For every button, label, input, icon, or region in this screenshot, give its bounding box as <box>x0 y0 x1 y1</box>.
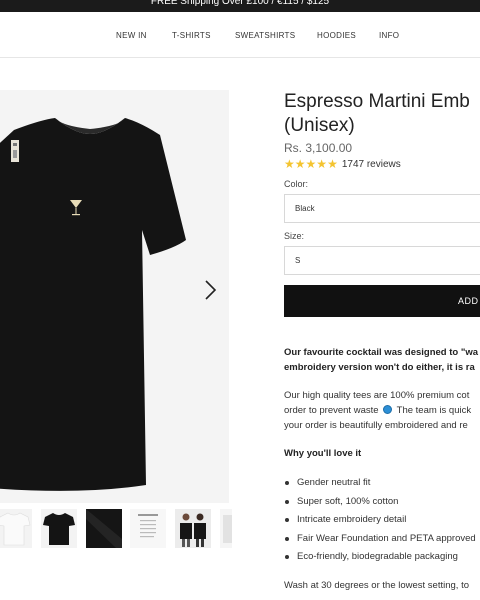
add-to-cart-button[interactable]: ADD <box>284 285 480 317</box>
list-item: Eco-friendly, biodegradable packaging <box>284 550 480 569</box>
star-rating: ★ ★ ★ ★ ★ <box>284 158 338 170</box>
description-p2-line2-after: The team is quick <box>396 405 472 416</box>
thumbnail-partial[interactable] <box>220 509 232 548</box>
star-icon: ★ <box>284 157 295 171</box>
list-item: Intricate embroidery detail <box>284 513 480 532</box>
love-heading: Why you'll love it <box>284 448 362 459</box>
product-title-line1: Espresso Martini Emb <box>284 91 470 112</box>
care-instructions: Wash at 30 degrees or the lowest setting… <box>284 580 469 591</box>
thumbnail-models-photo[interactable] <box>175 509 211 548</box>
announcement-text: FREE Shipping Over £100 / €115 / $125 <box>150 0 330 7</box>
thumbnail-white-tee[interactable] <box>0 509 32 548</box>
description-p2-line3: your order is beautifully embroidered an… <box>284 420 468 431</box>
color-label: Color: <box>284 179 309 189</box>
thumbnail-black-tee[interactable] <box>41 509 77 548</box>
description-p2-line2-before: order to prevent waste <box>284 405 379 416</box>
globe-icon <box>383 405 393 414</box>
list-item: Super soft, 100% cotton <box>284 495 480 514</box>
size-select[interactable]: S <box>284 246 480 275</box>
list-item: Fair Wear Foundation and PETA approved <box>284 532 480 551</box>
nav-info[interactable]: INFO <box>379 31 399 40</box>
color-select[interactable]: Black <box>284 194 480 223</box>
nav-new-in[interactable]: NEW IN <box>116 31 147 40</box>
star-icon: ★ <box>327 157 338 171</box>
product-rating[interactable]: ★ ★ ★ ★ ★ 1747 reviews <box>284 158 401 170</box>
size-label: Size: <box>284 231 305 241</box>
thumbnail-strip <box>0 509 232 549</box>
star-icon: ★ <box>294 157 306 171</box>
description-intro-line1: Our favourite cocktail was designed to "… <box>284 347 479 358</box>
nav-t-shirts[interactable]: T-SHIRTS <box>172 31 211 40</box>
description-p2-line2: order to prevent waste The team is quick <box>284 403 480 418</box>
review-count[interactable]: 1747 reviews <box>342 159 401 170</box>
nav-hoodies[interactable]: HOODIES <box>317 31 356 40</box>
announcement-bar: FREE Shipping Over £100 / €115 / $125 <box>0 0 480 12</box>
star-icon: ★ <box>316 157 328 171</box>
thumbnail-size-guide-card[interactable] <box>130 509 166 548</box>
main-nav: NEW IN T-SHIRTS SWEATSHIRTS HOODIES INFO <box>0 12 480 58</box>
product-title-line2: (Unisex) <box>284 115 355 136</box>
product-main-image[interactable] <box>0 90 229 503</box>
features-list: Gender neutral fit Super soft, 100% cott… <box>284 476 480 569</box>
nav-sweatshirts[interactable]: SWEATSHIRTS <box>235 31 295 40</box>
black-tshirt-image <box>0 90 229 503</box>
star-icon: ★ <box>305 157 317 171</box>
list-item: Gender neutral fit <box>284 476 480 495</box>
product-price: Rs. 3,100.00 <box>284 141 353 155</box>
product-title: Espresso Martini Emb (Unisex) <box>284 90 480 138</box>
description-p2-line1: Our high quality tees are 100% premium c… <box>284 390 470 401</box>
description-intro-line2: embroidery version won't do either, it i… <box>284 362 475 373</box>
thumbnail-fabric-closeup[interactable] <box>86 509 122 548</box>
chevron-right-icon[interactable] <box>200 276 220 304</box>
